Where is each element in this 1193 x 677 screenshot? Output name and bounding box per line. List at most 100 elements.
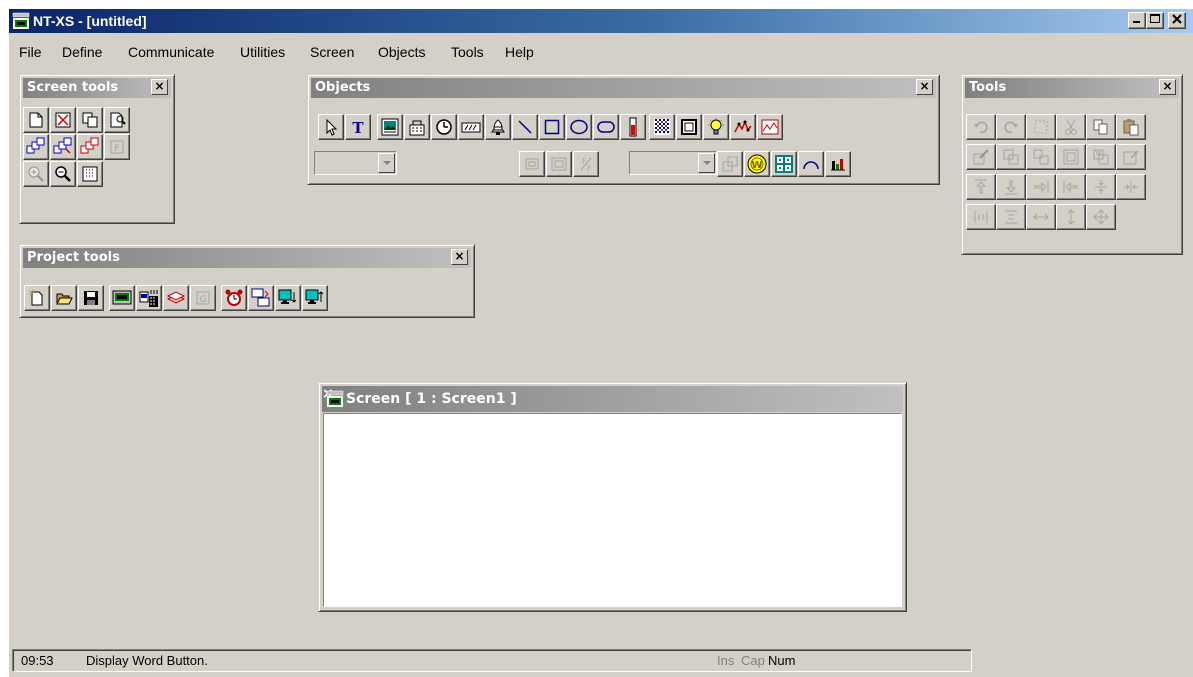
maximize-button[interactable] xyxy=(1146,12,1164,29)
copy-button[interactable] xyxy=(1086,114,1116,140)
bitmap-tool-button[interactable] xyxy=(377,114,403,140)
trend-graph-button[interactable] xyxy=(730,114,756,140)
meter-tool-button[interactable] xyxy=(798,151,824,177)
new-project-button[interactable] xyxy=(24,285,50,311)
menu-utilities[interactable]: Utilities xyxy=(240,44,285,60)
status-bar: 09:53 Display Word Button. Ins Cap Num xyxy=(12,649,972,672)
center-vertical-button[interactable] xyxy=(1086,174,1116,200)
new-screen-button[interactable] xyxy=(23,107,49,133)
bar-graph-tool-button[interactable] xyxy=(620,114,646,140)
objects-combo-2[interactable] xyxy=(629,151,717,175)
alarm-list-button[interactable] xyxy=(221,285,247,311)
histogram-tool-button[interactable] xyxy=(825,151,851,177)
group-button[interactable] xyxy=(996,144,1026,170)
tools-close-button[interactable]: × xyxy=(1159,79,1176,95)
rounded-rect-tool-button[interactable] xyxy=(593,114,619,140)
app-icon[interactable] xyxy=(12,12,30,33)
menu-define[interactable]: Define xyxy=(62,44,102,60)
function-key-button[interactable]: FF xyxy=(573,151,599,177)
delete-screen-button[interactable] xyxy=(50,107,76,133)
align-bottom-button[interactable] xyxy=(996,174,1026,200)
objects-title-bar[interactable]: Objects × xyxy=(311,78,936,98)
upload-button[interactable] xyxy=(302,285,328,311)
tiling-tool-button[interactable] xyxy=(649,114,675,140)
zoom-in-button[interactable] xyxy=(23,161,49,187)
bring-front-button[interactable] xyxy=(1056,144,1086,170)
screen-properties-button[interactable] xyxy=(104,107,130,133)
undo-button[interactable] xyxy=(966,114,996,140)
project-tools-close-button[interactable]: × xyxy=(451,249,468,265)
grid-icon xyxy=(82,166,98,182)
center-vertical-icon xyxy=(1095,180,1107,194)
new-document-icon xyxy=(29,290,43,306)
line-tool-button[interactable] xyxy=(512,114,538,140)
open-project-button[interactable] xyxy=(51,285,77,311)
broken-line-graph-button[interactable] xyxy=(757,114,783,140)
space-vertical-button[interactable] xyxy=(996,204,1026,230)
send-back-button[interactable] xyxy=(1086,144,1116,170)
ungroup-button[interactable] xyxy=(1026,144,1056,170)
transfer-button[interactable] xyxy=(136,285,162,311)
string-display-button[interactable] xyxy=(458,114,484,140)
align-left-button[interactable] xyxy=(1056,174,1086,200)
text-tool-button[interactable]: T xyxy=(345,114,371,140)
screen-window-title-bar[interactable]: Screen [ 1 : Screen1 ] × xyxy=(322,386,903,412)
same-size-button[interactable] xyxy=(1086,204,1116,230)
input-field-button[interactable] xyxy=(546,151,572,177)
overlap-screen-3-button[interactable] xyxy=(77,134,103,160)
close-button[interactable] xyxy=(1168,12,1186,29)
zoom-out-button[interactable] xyxy=(50,161,76,187)
objects-combo-1[interactable] xyxy=(314,151,397,175)
same-width-button[interactable] xyxy=(1026,204,1056,230)
frame-tool-button[interactable] xyxy=(676,114,702,140)
select-tool-button[interactable] xyxy=(318,114,344,140)
alarm-tool-button[interactable] xyxy=(485,114,511,140)
properties-button[interactable] xyxy=(1116,144,1146,170)
lamp-tool-button[interactable] xyxy=(703,114,729,140)
redo-button[interactable] xyxy=(996,114,1026,140)
cut-button[interactable] xyxy=(1056,114,1086,140)
edit-button[interactable] xyxy=(966,144,996,170)
align-top-button[interactable] xyxy=(966,174,996,200)
overlap-screen-2-button[interactable] xyxy=(50,134,76,160)
title-bar[interactable]: NT-XS - [untitled] xyxy=(9,9,1193,33)
menu-communicate[interactable]: Communicate xyxy=(128,44,214,60)
screen-list-button[interactable] xyxy=(109,285,135,311)
download-button[interactable] xyxy=(275,285,301,311)
project-tools-title-bar[interactable]: Project tools × xyxy=(23,248,471,268)
menu-objects[interactable]: Objects xyxy=(378,44,425,60)
screen-canvas[interactable] xyxy=(323,413,902,607)
circle-tool-button[interactable] xyxy=(566,114,592,140)
grid-button[interactable] xyxy=(77,161,103,187)
global-button[interactable]: G xyxy=(190,285,216,311)
memory-table-button[interactable] xyxy=(163,285,189,311)
rectangle-tool-button[interactable] xyxy=(539,114,565,140)
minimize-button[interactable] xyxy=(1128,12,1146,29)
touch-switch-button[interactable] xyxy=(519,151,545,177)
objects-close-button[interactable]: × xyxy=(916,79,933,95)
space-horizontal-button[interactable] xyxy=(966,204,996,230)
copy-object-button[interactable] xyxy=(717,151,743,177)
menu-screen[interactable]: Screen xyxy=(310,44,354,60)
menu-help[interactable]: Help xyxy=(505,44,534,60)
function-button[interactable]: F xyxy=(104,134,130,160)
numeral-input-button[interactable] xyxy=(404,114,430,140)
save-project-button[interactable] xyxy=(78,285,104,311)
screen-tools-title-bar[interactable]: Screen tools × xyxy=(23,78,171,98)
overlap-screen-button[interactable] xyxy=(23,134,49,160)
menu-tools[interactable]: Tools xyxy=(451,44,484,60)
multi-display-button[interactable] xyxy=(771,151,797,177)
center-horizontal-button[interactable] xyxy=(1116,174,1146,200)
align-right-button[interactable] xyxy=(1026,174,1056,200)
copy-screen-button[interactable] xyxy=(77,107,103,133)
select-all-button[interactable] xyxy=(1026,114,1056,140)
clock-tool-button[interactable] xyxy=(431,114,457,140)
paste-button[interactable] xyxy=(1116,114,1146,140)
same-height-button[interactable] xyxy=(1056,204,1086,230)
menu-file[interactable]: File xyxy=(19,44,42,60)
screen-transfer-button[interactable] xyxy=(248,285,274,311)
display-word-button[interactable]: W xyxy=(744,151,770,177)
tools-title-bar[interactable]: Tools × xyxy=(965,78,1179,98)
screen-window-icon[interactable] xyxy=(326,390,344,412)
screen-tools-close-button[interactable]: × xyxy=(151,79,168,95)
